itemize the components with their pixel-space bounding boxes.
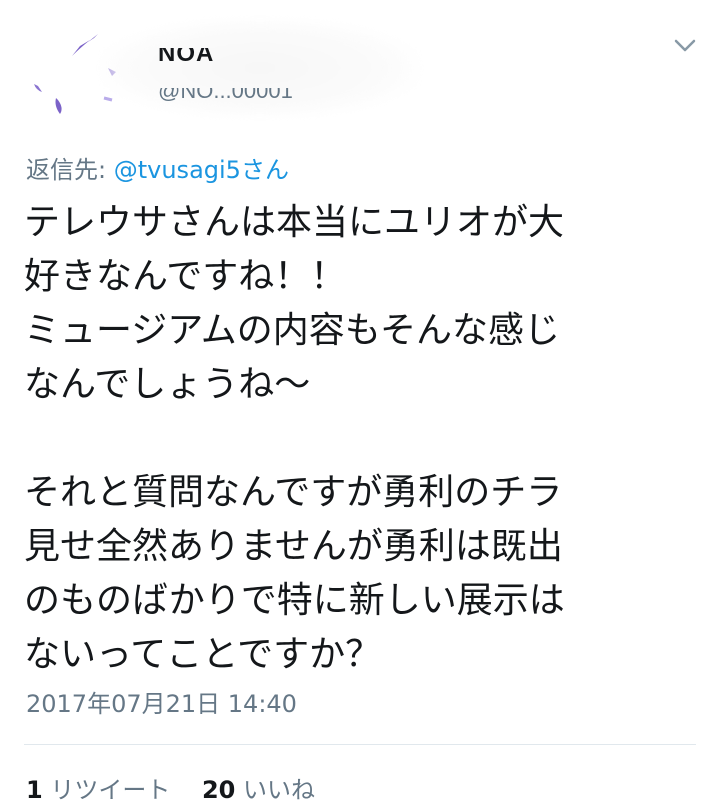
tweet-timestamp: 2017年07月21日 14:40 [26, 690, 297, 718]
tweet-text: テレウサさんは本当にユリオが大 好きなんですね！！ ミュージアムの内容もそんな感… [24, 202, 565, 675]
tweet-header: NOA @NO...00001 [0, 0, 720, 140]
reply-to: 返信先: @tvusagi5さん [26, 150, 289, 185]
tweet-stats: 1 リツイート 20 いいね [26, 770, 339, 805]
chevron-down-icon[interactable] [673, 38, 697, 54]
likes-stat[interactable]: 20 いいね [202, 776, 315, 804]
retweets-count: 1 [26, 776, 43, 804]
retweets-label: リツイート [50, 776, 171, 804]
likes-label: いいね [243, 776, 316, 804]
reply-mention-link[interactable]: @tvusagi5さん [114, 156, 289, 184]
reply-to-label: 返信先: [26, 156, 107, 184]
retweets-stat[interactable]: 1 リツイート [26, 776, 170, 804]
divider [24, 744, 696, 745]
likes-count: 20 [201, 776, 236, 804]
